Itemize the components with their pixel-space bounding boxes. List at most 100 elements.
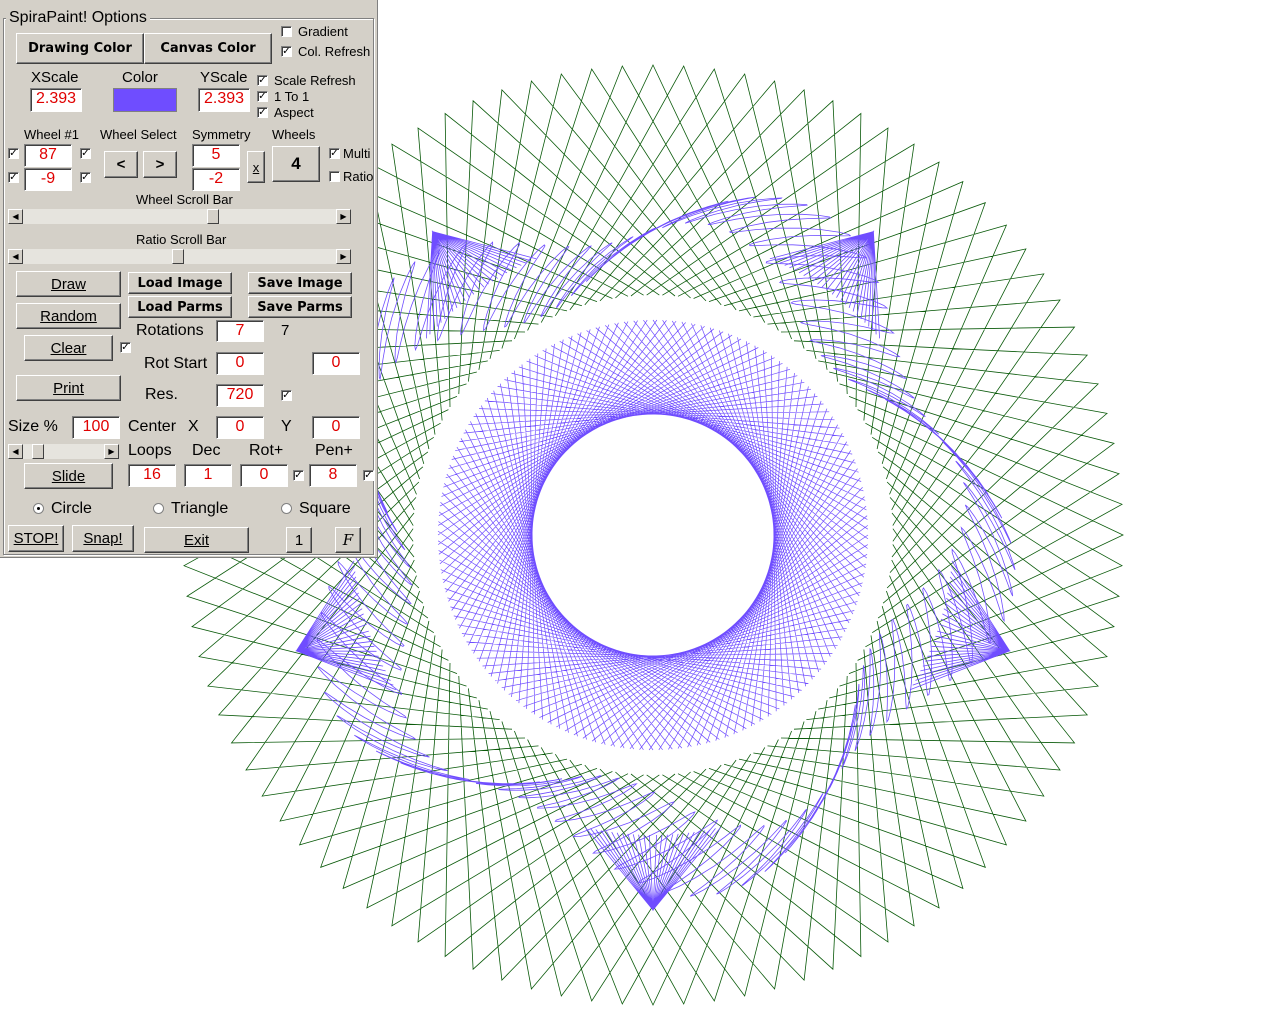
res-checkbox[interactable]: ✓ xyxy=(281,390,292,401)
rot-plus-field[interactable]: 0 xyxy=(240,464,288,487)
rotations-readout: 7 xyxy=(281,322,290,339)
circle-radio[interactable] xyxy=(33,503,44,514)
random-button[interactable]: Random xyxy=(16,303,121,329)
scroll-left-arrow[interactable]: ◀ xyxy=(8,249,23,264)
print-button-label: Print xyxy=(53,379,84,397)
res-field[interactable]: 720 xyxy=(216,384,264,407)
square-label: Square xyxy=(299,500,351,517)
col-refresh-checkbox[interactable]: ✓ xyxy=(281,46,292,57)
drawing-color-button[interactable]: Drawing Color xyxy=(16,33,144,64)
exit-button[interactable]: Exit xyxy=(144,527,249,553)
print-button[interactable]: Print xyxy=(16,375,121,401)
symmetry-label: Symmetry xyxy=(192,127,251,142)
pen-plus-field[interactable]: 8 xyxy=(309,464,357,487)
rot-plus-checkbox[interactable]: ✓ xyxy=(293,470,304,481)
draw-button-label: Draw xyxy=(50,275,86,293)
scroll-right-arrow[interactable]: ▶ xyxy=(336,249,351,264)
wheel-b-left-checkbox[interactable]: ✓ xyxy=(8,172,19,183)
wheel1-field-a[interactable]: 87 xyxy=(24,144,72,167)
aspect-checkbox[interactable]: ✓ xyxy=(257,107,268,118)
scroll-left-arrow[interactable]: ◀ xyxy=(8,444,23,459)
exit-button-label: Exit xyxy=(183,531,209,549)
res-label: Res. xyxy=(145,386,178,403)
xscale-label: XScale xyxy=(31,69,79,86)
stop-button-label: STOP! xyxy=(13,530,59,547)
scale-refresh-label: Scale Refresh xyxy=(274,73,356,88)
scroll-right-arrow[interactable]: ▶ xyxy=(104,444,119,459)
snap-button[interactable]: Snap! xyxy=(72,525,134,552)
stop-button[interactable]: STOP! xyxy=(8,525,64,552)
scroll-left-arrow[interactable]: ◀ xyxy=(8,209,23,224)
wheel-scroll-thumb[interactable] xyxy=(207,209,219,224)
wheel-scroll-bar[interactable]: ◀ ▶ xyxy=(7,208,352,225)
clear-checkbox[interactable]: ✓ xyxy=(120,342,131,353)
center-y-label: Y xyxy=(281,418,292,435)
loops-field[interactable]: 16 xyxy=(128,464,176,487)
size-scroll-thumb[interactable] xyxy=(32,444,44,459)
snap-button-label: Snap! xyxy=(83,530,123,547)
wheel-select-label: Wheel Select xyxy=(100,127,177,142)
symmetry-field-b[interactable]: -2 xyxy=(192,168,240,191)
slide-button[interactable]: Slide xyxy=(24,463,113,489)
next-wheel-button[interactable]: > xyxy=(143,151,177,178)
size-label: Size % xyxy=(8,418,58,435)
random-button-label: Random xyxy=(40,307,97,325)
one-to-one-checkbox[interactable]: ✓ xyxy=(257,91,268,102)
scroll-right-arrow[interactable]: ▶ xyxy=(336,209,351,224)
dec-field[interactable]: 1 xyxy=(184,464,232,487)
load-parms-button[interactable]: Load Parms xyxy=(128,296,232,318)
multi-checkbox[interactable]: ✓ xyxy=(329,148,340,159)
pen-plus-checkbox[interactable]: ✓ xyxy=(363,470,374,481)
ratio-scroll-bar[interactable]: ◀ ▶ xyxy=(7,248,352,265)
prev-wheel-button[interactable]: < xyxy=(104,151,138,178)
wheel-b-right-checkbox[interactable]: ✓ xyxy=(80,172,91,183)
color-swatch[interactable] xyxy=(113,88,177,112)
gradient-checkbox[interactable] xyxy=(281,26,292,37)
wheel-a-right-checkbox[interactable]: ✓ xyxy=(80,148,91,159)
center-x-label: X xyxy=(188,418,199,435)
f-button[interactable]: F xyxy=(335,527,361,553)
yscale-label: YScale xyxy=(200,69,248,86)
scale-refresh-checkbox[interactable]: ✓ xyxy=(257,75,268,86)
rotations-field[interactable]: 7 xyxy=(216,320,264,342)
slide-button-label: Slide xyxy=(51,467,86,485)
one-button[interactable]: 1 xyxy=(286,527,312,553)
save-parms-button[interactable]: Save Parms xyxy=(248,296,352,318)
size-scroll-bar[interactable]: ◀ ▶ xyxy=(7,443,120,460)
dec-label: Dec xyxy=(192,442,221,459)
multi-label: Multi xyxy=(343,146,371,161)
gradient-label: Gradient xyxy=(298,24,348,39)
rot-plus-label: Rot+ xyxy=(249,442,284,459)
clear-button[interactable]: Clear xyxy=(24,335,113,361)
load-image-button[interactable]: Load Image xyxy=(128,272,232,294)
wheel-scroll-label: Wheel Scroll Bar xyxy=(136,192,233,207)
size-field[interactable]: 100 xyxy=(72,416,120,439)
draw-button[interactable]: Draw xyxy=(16,271,121,297)
center-y-field[interactable]: 0 xyxy=(312,416,360,439)
rotations-label: Rotations xyxy=(136,322,204,339)
rot-start-field-2[interactable]: 0 xyxy=(312,352,360,375)
ratio-scroll-thumb[interactable] xyxy=(172,249,184,264)
symmetry-field-a[interactable]: 5 xyxy=(192,144,240,167)
rot-start-label: Rot Start xyxy=(144,355,208,372)
wheel1-field-b[interactable]: -9 xyxy=(24,168,72,191)
center-x-field[interactable]: 0 xyxy=(216,416,264,439)
ratio-checkbox[interactable] xyxy=(329,171,340,182)
save-image-button[interactable]: Save Image xyxy=(248,272,352,294)
center-label: Center xyxy=(128,418,177,435)
col-refresh-label: Col. Refresh xyxy=(298,44,371,59)
xscale-field[interactable]: 2.393 xyxy=(30,88,82,112)
panel-title: SpiraPaint! Options xyxy=(6,9,150,27)
yscale-field[interactable]: 2.393 xyxy=(198,88,250,112)
canvas-color-button[interactable]: Canvas Color xyxy=(144,33,272,64)
wheels-label: Wheels xyxy=(272,127,316,142)
ratio-scroll-label: Ratio Scroll Bar xyxy=(136,232,227,247)
wheel-a-left-checkbox[interactable]: ✓ xyxy=(8,148,19,159)
triangle-radio[interactable] xyxy=(153,503,164,514)
square-radio[interactable] xyxy=(281,503,292,514)
wheels-count-button[interactable]: 4 xyxy=(272,146,320,182)
options-panel: SpiraPaint! Options Drawing Color Canvas… xyxy=(0,0,378,558)
circle-label: Circle xyxy=(51,500,92,517)
x-button[interactable]: x xyxy=(247,151,265,183)
rot-start-field[interactable]: 0 xyxy=(216,352,264,375)
